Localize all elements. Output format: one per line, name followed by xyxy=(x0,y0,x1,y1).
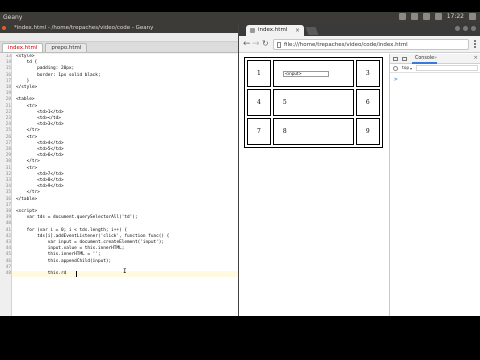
table-cell[interactable]: 7 xyxy=(247,118,271,145)
devtools-tab-bar: Console » × xyxy=(390,54,480,64)
menu-icon[interactable] xyxy=(472,39,478,49)
code-line: </table> xyxy=(16,196,38,202)
table-row: 7 8 9 xyxy=(247,118,380,145)
code-line: var tds = document.querySelectorAll('td'… xyxy=(16,215,138,221)
browser-tab-strip: index.html × xyxy=(239,23,480,36)
tab-prepo-html[interactable]: prepo.html xyxy=(45,43,88,52)
system-tray: 17:22 xyxy=(398,13,476,20)
table-cell[interactable]: 5 xyxy=(272,89,354,116)
address-url: file:///home/trepaches/video/code/index.… xyxy=(284,42,408,48)
more-tabs-icon[interactable]: » xyxy=(434,55,437,61)
geany-tab-bar: index.html prepo.html xyxy=(0,42,238,53)
text-caret xyxy=(76,271,77,277)
close-icon[interactable] xyxy=(471,26,476,31)
new-tab-button[interactable] xyxy=(305,27,319,35)
back-arrow-icon[interactable]: ← xyxy=(243,39,251,49)
inspect-icon[interactable] xyxy=(393,57,398,61)
geany-menu-bar xyxy=(0,33,238,42)
device-toolbar-icon[interactable] xyxy=(402,57,407,61)
table-cell[interactable]: 4 xyxy=(247,89,271,116)
geany-window: *index.html - /home/trepaches/video/code… xyxy=(0,23,238,339)
console-filter-bar: top xyxy=(390,64,480,73)
volume-icon[interactable] xyxy=(434,13,442,20)
maximize-icon[interactable] xyxy=(463,26,468,31)
system-top-panel: Geany 17:22 xyxy=(0,12,480,23)
console-prompt[interactable]: > xyxy=(394,76,398,83)
close-tab-icon[interactable]: × xyxy=(295,25,300,36)
clock[interactable]: 17:22 xyxy=(447,13,464,20)
window-controls xyxy=(455,26,476,31)
address-bar[interactable]: file:///home/trepaches/video/code/index.… xyxy=(273,39,469,50)
browser-toolbar: ← → ↻ file:///home/trepaches/video/code/… xyxy=(239,36,480,53)
line-number-gutter: 13 14 15 16 17 18 19 20 21 22 23 24 25 26 27 28 29 30 31 32… xyxy=(0,54,12,324)
browser-tab-title: index.html xyxy=(258,27,288,33)
table-cell[interactable]: 8 xyxy=(272,118,354,145)
code-editor[interactable]: 13 14 15 16 17 18 19 20 21 22 23 24 25 26 27 28 29 30 31 32… xyxy=(0,54,238,324)
clear-console-icon[interactable] xyxy=(393,66,398,71)
line-number: 48 xyxy=(5,271,11,276)
table-row: 1 3 xyxy=(247,60,380,87)
chevron-down-icon[interactable] xyxy=(410,68,412,70)
page-info-icon xyxy=(277,42,281,48)
close-icon[interactable] xyxy=(2,26,6,30)
console-filter-input[interactable] xyxy=(416,65,478,71)
table-cell[interactable] xyxy=(272,60,354,87)
battery-icon[interactable] xyxy=(422,13,430,20)
table-cell[interactable]: 1 xyxy=(247,60,271,87)
browser-window: index.html × ← → ↻ file:///home/trepache… xyxy=(238,23,480,316)
minimize-icon[interactable] xyxy=(455,26,460,31)
letterbox-top xyxy=(0,0,480,12)
page-viewport: 1 3 4 5 6 7 8 9 xyxy=(239,54,389,316)
table-row: 4 5 6 xyxy=(247,89,380,116)
geany-window-title: *index.html - /home/trepaches/video/code… xyxy=(14,25,154,31)
code-line: this.rd xyxy=(16,271,67,276)
close-devtools-icon[interactable]: × xyxy=(473,55,478,61)
devtools-panel: Console » × top > xyxy=(389,54,480,316)
code-line: this.appendChild(input); xyxy=(16,258,112,264)
letterbox-bottom xyxy=(0,316,480,360)
gear-icon[interactable] xyxy=(469,13,476,20)
context-selector[interactable]: top xyxy=(402,66,409,71)
tab-index-html[interactable]: index.html xyxy=(2,43,44,52)
code-line: </style> xyxy=(16,85,38,90)
geany-title-bar: *index.html - /home/trepaches/video/code… xyxy=(0,23,238,33)
mouse-ibeam-icon: I xyxy=(123,268,127,275)
browser-tab[interactable]: index.html × xyxy=(246,25,304,36)
table-cell[interactable]: 9 xyxy=(355,118,380,145)
table-cell[interactable]: 3 xyxy=(355,60,380,87)
forward-arrow-icon[interactable]: → xyxy=(252,39,260,49)
network-icon[interactable] xyxy=(398,13,406,20)
keyboard-icon[interactable] xyxy=(410,13,418,20)
active-app-name: Geany xyxy=(3,14,23,21)
desktop-screen: Geany 17:22 *index.html - /home/trepache… xyxy=(0,0,480,360)
cell-edit-input[interactable] xyxy=(282,70,329,77)
table-cell[interactable]: 6 xyxy=(355,89,380,116)
reload-icon[interactable]: ↻ xyxy=(262,39,269,49)
page-icon xyxy=(250,28,255,33)
demo-table: 1 3 4 5 6 7 8 9 xyxy=(244,57,383,148)
